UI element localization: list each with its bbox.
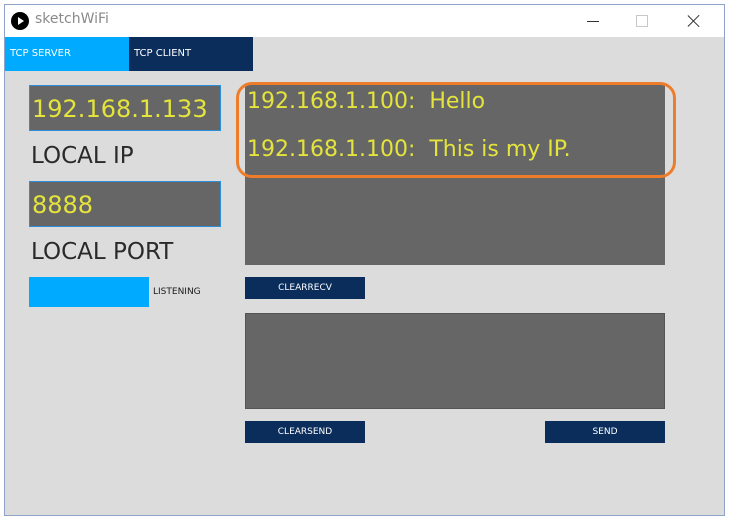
local-port-label: LOCAL PORT [31, 239, 174, 265]
local-port-input[interactable]: 8888 [29, 181, 221, 227]
listening-label: LISTENING [153, 287, 201, 297]
listening-toggle[interactable] [29, 277, 149, 307]
tab-tcp-server[interactable]: TCP SERVER [5, 37, 129, 71]
local-ip-label: LOCAL IP [31, 143, 134, 169]
maximize-button[interactable] [619, 5, 665, 37]
client-area: TCP SERVER TCP CLIENT 192.168.1.133 LOCA… [5, 37, 724, 515]
minimize-icon [587, 21, 599, 22]
send-button[interactable]: SEND [545, 421, 665, 443]
local-ip-input[interactable]: 192.168.1.133 [29, 85, 221, 131]
play-circle-icon [11, 12, 29, 30]
tab-tcp-client[interactable]: TCP CLIENT [129, 37, 253, 71]
minimize-button[interactable] [570, 5, 616, 37]
highlight-annotation [236, 82, 676, 178]
clear-send-button[interactable]: CLEARSEND [245, 421, 365, 443]
app-window: sketchWiFi TCP SERVER TCP CLIENT 192.168… [4, 4, 725, 516]
window-title: sketchWiFi [35, 11, 109, 27]
send-textarea[interactable] [245, 313, 665, 409]
maximize-icon [636, 15, 648, 27]
clear-receive-button[interactable]: CLEARRECV [245, 277, 365, 299]
close-icon [687, 14, 701, 28]
title-bar: sketchWiFi [5, 5, 724, 37]
close-button[interactable] [671, 5, 717, 37]
